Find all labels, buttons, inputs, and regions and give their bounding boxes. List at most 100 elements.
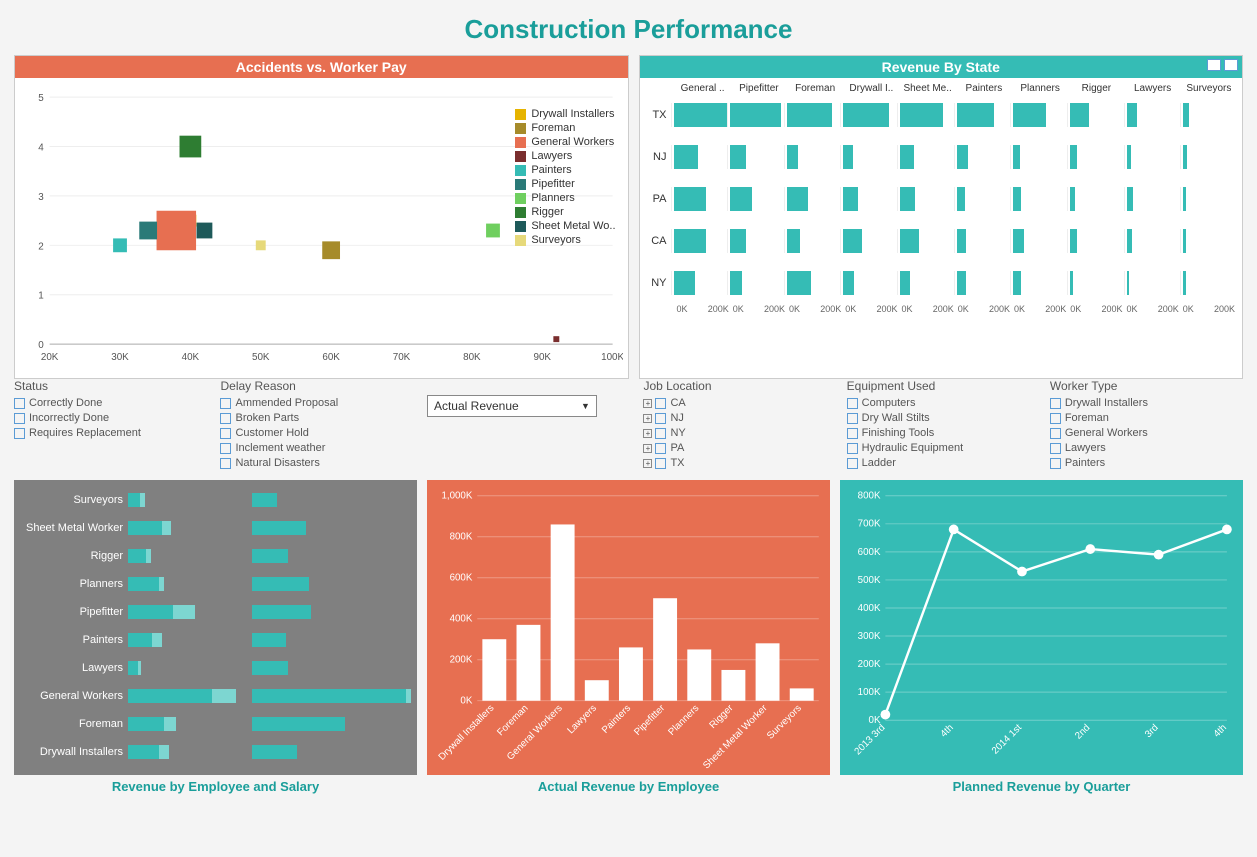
expand-icon[interactable]: + <box>643 414 652 423</box>
hbar-segment[interactable] <box>162 521 172 535</box>
state-bar[interactable] <box>1013 271 1021 295</box>
state-bar[interactable] <box>957 187 965 211</box>
hbar-segment[interactable] <box>128 717 164 731</box>
hbar-segment[interactable] <box>128 661 138 675</box>
state-bar[interactable] <box>1070 229 1077 253</box>
scatter-chart[interactable]: 01234520K30K40K50K60K70K80K90K100K Drywa… <box>15 78 628 378</box>
hbar-segment[interactable] <box>252 521 307 535</box>
hbar-segment[interactable] <box>252 493 277 507</box>
state-bar[interactable] <box>674 229 706 253</box>
vbar[interactable] <box>517 625 541 701</box>
state-bar[interactable] <box>1070 271 1073 295</box>
state-bar[interactable] <box>1070 103 1089 127</box>
checkbox-icon[interactable] <box>655 443 666 454</box>
expand-icon[interactable]: + <box>643 429 652 438</box>
state-bar[interactable] <box>1013 145 1020 169</box>
state-bar[interactable] <box>957 271 966 295</box>
checkbox-icon[interactable] <box>220 428 231 439</box>
filter-item[interactable]: Inclement weather <box>220 442 416 454</box>
panel-icon-1[interactable] <box>1207 59 1221 71</box>
line-point[interactable] <box>949 525 959 535</box>
filter-item[interactable]: Painters <box>1050 457 1243 469</box>
filter-item[interactable]: Lawyers <box>1050 442 1243 454</box>
checkbox-icon[interactable] <box>655 398 666 409</box>
hbar-segment[interactable] <box>128 745 159 759</box>
hbar-segment[interactable] <box>159 577 164 591</box>
filter-item[interactable]: Dry Wall Stilts <box>847 412 1040 424</box>
checkbox-icon[interactable] <box>220 443 231 454</box>
state-bar[interactable] <box>787 103 833 127</box>
checkbox-icon[interactable] <box>847 443 858 454</box>
state-bar[interactable] <box>900 145 913 169</box>
filter-item[interactable]: Customer Hold <box>220 427 416 439</box>
legend-item[interactable]: Foreman <box>515 122 615 134</box>
filter-item[interactable]: Natural Disasters <box>220 457 416 469</box>
line-point[interactable] <box>1222 525 1232 535</box>
filter-item[interactable]: Broken Parts <box>220 412 416 424</box>
state-bar[interactable] <box>730 229 746 253</box>
filter-item[interactable]: Hydraulic Equipment <box>847 442 1040 454</box>
legend-item[interactable]: Lawyers <box>515 150 615 162</box>
state-bar[interactable] <box>1127 145 1131 169</box>
hbar-segment[interactable] <box>159 745 169 759</box>
line-point[interactable] <box>880 710 890 720</box>
state-bar[interactable] <box>843 229 862 253</box>
checkbox-icon[interactable] <box>847 413 858 424</box>
legend-item[interactable]: General Workers <box>515 136 615 148</box>
filter-item[interactable]: Requires Replacement <box>14 427 210 439</box>
hbar-segment[interactable] <box>212 689 236 703</box>
checkbox-icon[interactable] <box>14 413 25 424</box>
legend-item[interactable]: Rigger <box>515 206 615 218</box>
checkbox-icon[interactable] <box>220 458 231 469</box>
legend-item[interactable]: Drywall Installers <box>515 108 615 120</box>
state-bar[interactable] <box>1013 229 1024 253</box>
state-bar[interactable] <box>787 145 798 169</box>
line-point[interactable] <box>1154 550 1164 560</box>
state-bar[interactable] <box>1183 103 1188 127</box>
vbar[interactable] <box>551 524 575 700</box>
state-bar[interactable] <box>674 271 695 295</box>
hbar-segment[interactable] <box>128 689 212 703</box>
revenue-by-state-chart[interactable]: General ..PipefitterForemanDrywall I..Sh… <box>640 78 1243 378</box>
filter-item[interactable]: Computers <box>847 397 1040 409</box>
hbar-segment[interactable] <box>128 521 162 535</box>
state-bar[interactable] <box>1183 145 1187 169</box>
hbar-segment[interactable] <box>146 549 151 563</box>
planned-rev-chart[interactable]: 0K100K200K300K400K500K600K700K800K2013 3… <box>840 480 1243 775</box>
hbar-segment[interactable] <box>128 493 140 507</box>
hbar-segment[interactable] <box>128 577 159 591</box>
state-bar[interactable] <box>674 103 728 127</box>
state-bar[interactable] <box>730 187 751 211</box>
filter-item[interactable]: Finishing Tools <box>847 427 1040 439</box>
state-bar[interactable] <box>674 187 706 211</box>
state-bar[interactable] <box>843 145 852 169</box>
state-bar[interactable] <box>843 271 854 295</box>
state-bar[interactable] <box>787 229 800 253</box>
hbar-segment[interactable] <box>252 717 345 731</box>
state-bar[interactable] <box>900 103 943 127</box>
hbar-segment[interactable] <box>140 493 145 507</box>
vbar[interactable] <box>687 649 711 700</box>
expand-icon[interactable]: + <box>643 459 652 468</box>
checkbox-icon[interactable] <box>847 398 858 409</box>
state-bar[interactable] <box>957 145 968 169</box>
expand-icon[interactable]: + <box>643 444 652 453</box>
legend-item[interactable]: Painters <box>515 164 615 176</box>
checkbox-icon[interactable] <box>1050 428 1061 439</box>
hbar-segment[interactable] <box>164 717 176 731</box>
state-bar[interactable] <box>730 271 742 295</box>
hbar-segment[interactable] <box>152 633 162 647</box>
line-point[interactable] <box>1085 544 1095 554</box>
state-bar[interactable] <box>1070 145 1077 169</box>
checkbox-icon[interactable] <box>847 428 858 439</box>
checkbox-icon[interactable] <box>220 413 231 424</box>
checkbox-icon[interactable] <box>220 398 231 409</box>
hbar-segment[interactable] <box>252 605 311 619</box>
vbar[interactable] <box>619 647 643 700</box>
checkbox-icon[interactable] <box>655 428 666 439</box>
state-bar[interactable] <box>1127 229 1132 253</box>
vbar[interactable] <box>653 598 677 700</box>
vbar[interactable] <box>585 680 609 700</box>
filter-item[interactable]: Ladder <box>847 457 1040 469</box>
state-bar[interactable] <box>957 103 995 127</box>
